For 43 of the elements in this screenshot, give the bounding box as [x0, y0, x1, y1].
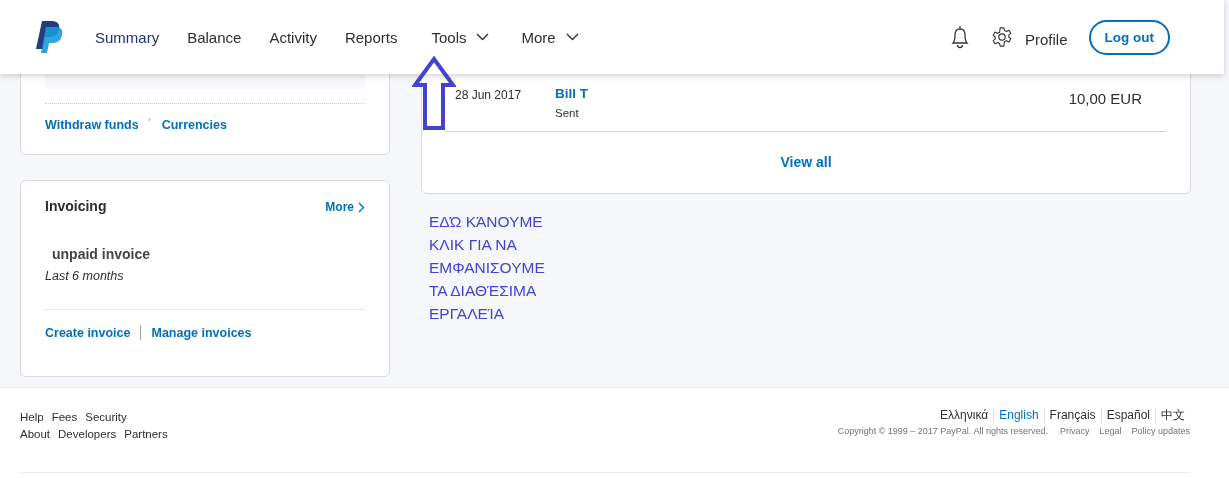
caret-icon: [476, 33, 490, 41]
footer-link[interactable]: Help: [20, 411, 44, 423]
nav-link[interactable]: Reports: [330, 28, 412, 46]
footer-link[interactable]: Policy updates: [1131, 426, 1190, 436]
card-link[interactable]: Currencies: [161, 118, 227, 132]
chevron-icon: [358, 201, 365, 213]
language-link[interactable]: English: [993, 408, 1044, 423]
transaction-status: Sent: [555, 107, 580, 119]
card-title: Invoicing: [45, 198, 107, 214]
footer-link[interactable]: Developers: [58, 428, 117, 440]
invoice-summary: unpaid invoice: [51, 246, 151, 262]
notifications-icon[interactable]: [949, 24, 971, 50]
transaction-amount: 10,00 EUR: [1068, 90, 1142, 109]
footer-link[interactable]: Security: [85, 411, 127, 423]
nav-link[interactable]: Summary: [81, 28, 174, 46]
nav-link[interactable]: Activity: [255, 28, 331, 46]
annotation-text: ΕΔΏ ΚΆΝΟΥΜΕ ΚΛΙΚ ΓΙΑ ΝΑ ΕΜΦΑΝΙΣΟΥΜΕ ΤΑ ΔΙΑΘΈΣΙΜΑ ΕΡΓΑΛΕΊΑ: [429, 212, 546, 324]
nav-link[interactable]: Balance: [173, 28, 256, 46]
copyright-text: Copyright © 1999 – 2017 PayPal. All rights reserved.: [837, 426, 1048, 436]
period-text: Last 6 months: [45, 269, 125, 283]
language-link[interactable]: Ελληνικά: [935, 408, 994, 423]
nav-link[interactable]: Tools: [417, 28, 502, 46]
language-link[interactable]: Français: [1043, 408, 1101, 423]
language-link[interactable]: Español: [1100, 408, 1155, 423]
language-link[interactable]: 中文: [1155, 408, 1190, 423]
footer-link[interactable]: Partners: [124, 428, 168, 440]
transaction-date: 28 Jun 2017: [454, 88, 523, 104]
transaction-name[interactable]: Bill T: [555, 86, 1069, 101]
footer-link[interactable]: Fees: [51, 411, 78, 423]
nav-link[interactable]: More: [507, 28, 591, 46]
footer-link[interactable]: Privacy: [1059, 426, 1090, 436]
view-all-link[interactable]: View all: [780, 154, 832, 170]
settings-icon[interactable]: [991, 26, 1013, 48]
caret-icon: [565, 33, 579, 41]
card-link[interactable]: Withdraw funds: [45, 118, 139, 132]
logout-button[interactable]: Log out: [1088, 19, 1170, 55]
card-link[interactable]: Create invoice: [45, 325, 131, 340]
profile-link[interactable]: Profile: [1025, 31, 1068, 48]
footer-link[interactable]: About: [20, 428, 51, 440]
more-link[interactable]: More: [325, 200, 365, 214]
logo: [35, 20, 63, 54]
footer-link[interactable]: Legal: [1099, 426, 1122, 436]
card-link[interactable]: Manage invoices: [151, 325, 252, 340]
